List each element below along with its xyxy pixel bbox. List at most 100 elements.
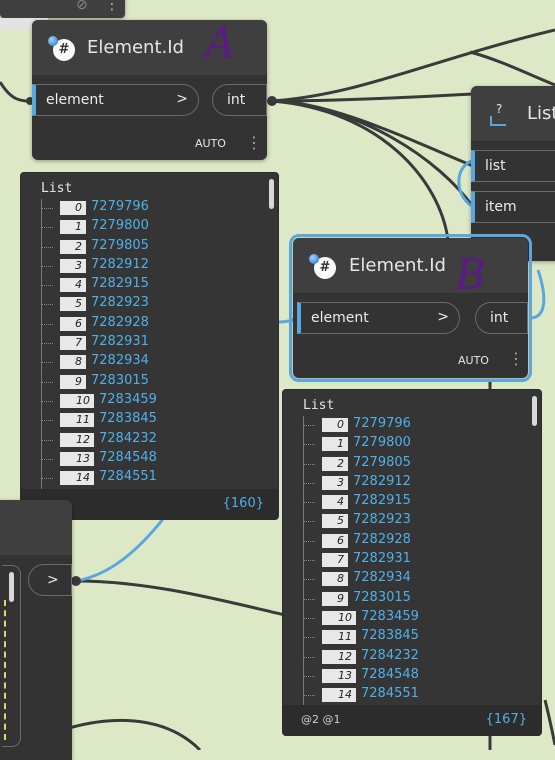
list-node[interactable]: ? List list item <box>471 86 555 261</box>
item-index: 4 <box>60 278 86 293</box>
list-item: 3 7282912 <box>303 474 533 493</box>
node-menu-icon[interactable]: ⋮ <box>508 351 524 367</box>
element-input-port[interactable]: element > <box>297 302 460 334</box>
tree-branch <box>303 617 315 619</box>
item-index: 9 <box>60 374 86 389</box>
item-index: 3 <box>60 258 86 273</box>
list-item: 5 7282923 <box>41 295 271 314</box>
wire <box>543 699 555 746</box>
list-item: 5 7282923 <box>303 512 533 531</box>
lacing-label[interactable]: AUTO <box>195 137 226 150</box>
item-index: 1 <box>60 220 86 235</box>
preview-bubble-b[interactable]: List 0 7279796 1 7279800 2 7279805 3 7282912 4 72… <box>282 389 542 736</box>
tree-branch <box>41 246 53 248</box>
element-id-node-b[interactable]: # Element.Id element > int AUTO ⋮ <box>289 234 532 382</box>
tree-branch <box>303 598 315 600</box>
port-dot <box>267 96 277 106</box>
item-index: 13 <box>60 451 94 466</box>
annotation-a: A <box>205 18 236 67</box>
tree-branch <box>41 400 53 402</box>
item-value: 7279796 <box>353 416 411 431</box>
item-index: 1 <box>322 437 348 452</box>
tree-branch <box>303 502 315 504</box>
wire <box>75 579 286 617</box>
list-title: List <box>303 398 335 413</box>
item-value: 7279800 <box>353 435 411 451</box>
element-input-port[interactable]: element > <box>32 84 199 116</box>
eye-hidden-icon[interactable]: ⊘ <box>76 0 88 13</box>
item-value: 7284551 <box>99 469 157 485</box>
node-header[interactable]: ? List <box>471 86 555 141</box>
scrollbar[interactable] <box>9 572 14 602</box>
list-item: 14 7284551 <box>41 469 271 488</box>
tree-branch <box>303 521 315 523</box>
item-value: 7282928 <box>91 314 149 330</box>
list-input-port[interactable]: list <box>471 150 555 182</box>
tree-branch <box>41 362 53 364</box>
item-value: 7279796 <box>91 199 149 214</box>
tree-branch <box>303 463 315 465</box>
item-index: 4 <box>322 495 348 510</box>
item-value: 7283015 <box>353 589 411 605</box>
item-value: 7279800 <box>91 218 149 234</box>
item-index: 3 <box>322 475 348 490</box>
item-index: 11 <box>322 630 356 645</box>
item-value: 7283459 <box>99 391 157 407</box>
item-value: 7283845 <box>361 628 419 644</box>
item-value: 7282934 <box>353 570 411 586</box>
tree-branch <box>41 458 53 460</box>
node-header[interactable] <box>0 500 72 555</box>
item-input-port[interactable]: item <box>471 191 555 223</box>
list-item: 7 7282931 <box>41 334 271 353</box>
item-index: 8 <box>322 572 348 587</box>
item-index: 12 <box>322 649 356 664</box>
port-arrow: > <box>176 91 188 107</box>
list-item: 11 7283845 <box>303 628 533 647</box>
item-value: 7284548 <box>99 449 157 465</box>
partial-node-bottom-left[interactable]: > <box>0 500 72 760</box>
preview-bubble-a[interactable]: List 0 7279796 1 7279800 2 7279805 3 7282912 4 72… <box>20 172 279 520</box>
item-value: 7282915 <box>91 276 149 292</box>
tree-branch <box>303 482 315 484</box>
node-menu-icon[interactable]: ⋮ <box>246 135 262 151</box>
item-index: 0 <box>322 418 348 432</box>
lacing-label[interactable]: AUTO <box>458 354 489 367</box>
port-label: list <box>485 158 506 174</box>
item-index: 13 <box>322 668 356 683</box>
tree-branch <box>41 285 53 287</box>
scrollbar[interactable] <box>532 396 537 426</box>
tree-branch <box>303 695 315 697</box>
int-output-port[interactable]: int <box>212 84 267 116</box>
output-port[interactable]: > <box>28 564 72 596</box>
port-label: element <box>46 92 104 108</box>
int-output-port[interactable]: int <box>475 302 528 334</box>
list-levels[interactable]: @2 @1 <box>301 713 341 726</box>
port-label: element <box>311 310 369 326</box>
preview-footer: @2 @1 {167} <box>283 705 541 735</box>
node-title: Element.Id <box>349 255 446 276</box>
item-value: 7282915 <box>353 493 411 509</box>
list-item: 1 7279800 <box>303 435 533 454</box>
list-item: 2 7279805 <box>41 238 271 257</box>
element-id-icon-dot <box>309 254 319 264</box>
partial-node-top[interactable]: ⊘ ⋮ <box>0 0 125 18</box>
list-icon-bars <box>490 116 506 126</box>
item-index: 11 <box>60 413 94 428</box>
item-value: 7282923 <box>91 295 149 311</box>
item-value: 7283459 <box>361 608 419 624</box>
port-arrow: > <box>437 309 449 325</box>
item-index: 6 <box>322 533 348 548</box>
list-item: 14 7284551 <box>303 686 533 705</box>
node-title: Element.Id <box>87 37 184 58</box>
tree-branch <box>303 675 315 677</box>
node-menu-icon[interactable]: ⋮ <box>104 0 120 12</box>
item-index: 14 <box>60 471 94 486</box>
item-index: 5 <box>60 297 86 312</box>
tree-branch <box>41 323 53 325</box>
tree-branch <box>41 478 53 480</box>
list-icon-glyph: ? <box>496 102 503 116</box>
item-value: 7282928 <box>353 531 411 547</box>
node-header[interactable]: # Element.Id <box>293 238 528 293</box>
scrollbar[interactable] <box>269 179 274 209</box>
tree-branch <box>41 439 53 441</box>
